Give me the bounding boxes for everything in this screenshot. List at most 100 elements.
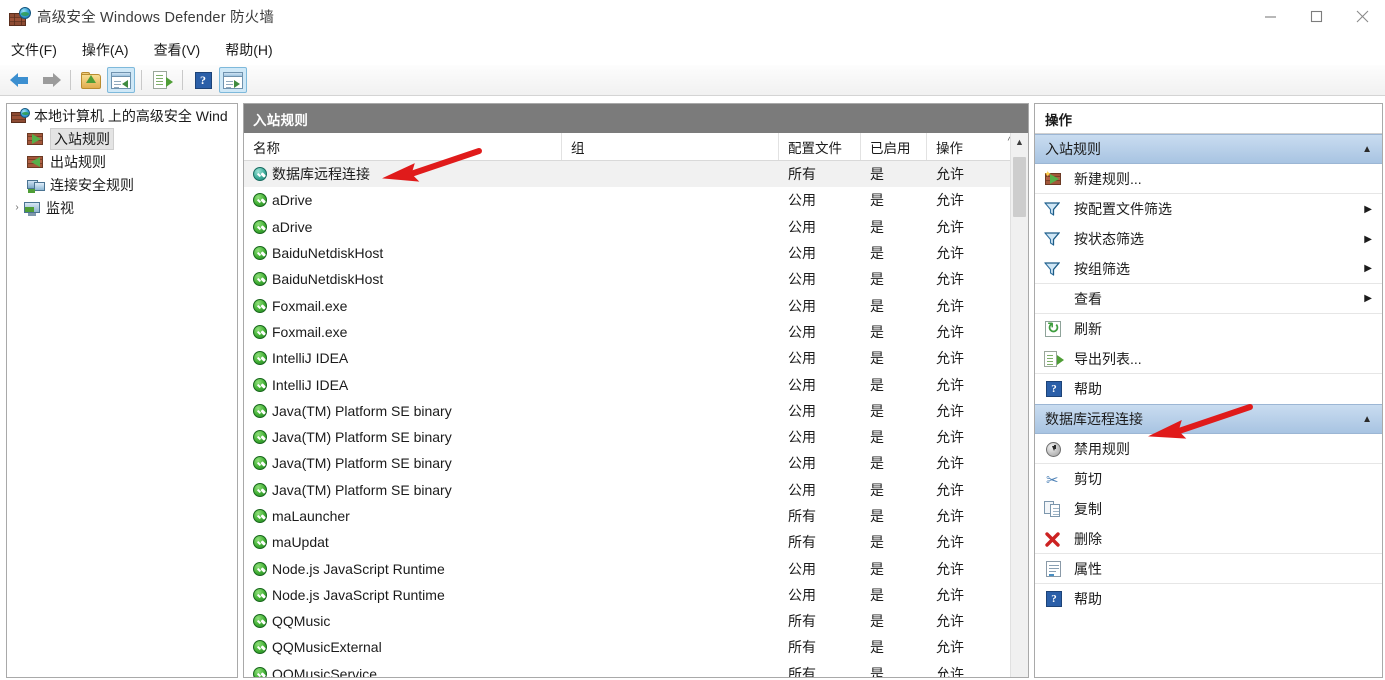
maximize-button[interactable]	[1293, 0, 1339, 33]
firewall-globe-icon	[9, 6, 31, 27]
table-row[interactable]: aDrive 公用 是 允许	[244, 214, 1010, 240]
help-question-icon: ?	[194, 71, 212, 89]
actions-group-inbound-rules[interactable]: 入站规则 ▲	[1035, 134, 1382, 164]
rule-allow-shield-icon	[253, 351, 267, 366]
chevron-up-icon[interactable]: ▲	[1362, 414, 1372, 425]
action-item[interactable]: 按配置文件筛选 ▶	[1035, 194, 1382, 224]
outbound-rule-icon	[27, 154, 45, 170]
up-one-level-button[interactable]	[77, 67, 105, 93]
action-item[interactable]: ✦ 新建规则...	[1035, 164, 1382, 194]
back-button[interactable]	[6, 67, 34, 93]
action-item[interactable]: 复制	[1035, 494, 1382, 524]
menu-action[interactable]: 操作(A)	[82, 38, 138, 62]
list-vertical-scrollbar[interactable]: ▲	[1010, 133, 1028, 677]
submenu-arrow-icon[interactable]: ▶	[1364, 234, 1372, 245]
table-row[interactable]: 数据库远程连接 所有 是 允许	[244, 161, 1010, 188]
tree-item-monitoring[interactable]: › 监视	[7, 196, 237, 219]
table-row[interactable]: Java(TM) Platform SE binary 公用 是 允许	[244, 424, 1010, 450]
cell-enabled: 是	[870, 218, 884, 235]
action-item[interactable]: 禁用规则	[1035, 434, 1382, 464]
rule-name-label: Foxmail.exe	[272, 297, 348, 314]
rule-allow-shield-icon	[253, 430, 267, 445]
chevron-right-icon[interactable]: ›	[11, 202, 23, 213]
table-row[interactable]: BaiduNetdiskHost 公用 是 允许	[244, 266, 1010, 292]
rule-allow-shield-icon	[253, 614, 267, 629]
show-hide-action-pane-button[interactable]	[219, 67, 247, 93]
cell-name: QQMusic	[244, 613, 562, 629]
column-header-name[interactable]: 名称	[244, 133, 562, 160]
tree-item-root[interactable]: 本地计算机 上的高级安全 Wind	[7, 104, 237, 127]
table-row[interactable]: Java(TM) Platform SE binary 公用 是 允许	[244, 477, 1010, 503]
toolbar-separator	[182, 70, 183, 90]
rule-allow-shield-icon	[253, 219, 267, 234]
firewall-root-icon	[11, 107, 30, 124]
column-header-group[interactable]: 组	[562, 133, 779, 160]
cell-profile: 公用	[788, 560, 816, 577]
cell-action: 允许	[936, 218, 964, 235]
tree-item-label: 入站规则	[50, 127, 114, 150]
action-item[interactable]: 导出列表...	[1035, 344, 1382, 374]
table-row[interactable]: BaiduNetdiskHost 公用 是 允许	[244, 240, 1010, 266]
rule-allow-shield-icon	[253, 666, 267, 677]
tree-item-connection-security-rules[interactable]: 连接安全规则	[7, 173, 237, 196]
show-hide-tree-button[interactable]	[107, 67, 135, 93]
chevron-up-icon[interactable]: ▲	[1362, 144, 1372, 155]
action-item[interactable]: 删除	[1035, 524, 1382, 554]
table-row[interactable]: Java(TM) Platform SE binary 公用 是 允许	[244, 398, 1010, 424]
table-row[interactable]: Foxmail.exe 公用 是 允许	[244, 292, 1010, 318]
submenu-arrow-icon[interactable]: ▶	[1364, 293, 1372, 304]
action-item-label: 帮助	[1074, 381, 1102, 397]
table-row[interactable]: maUpdat 所有 是 允许	[244, 529, 1010, 555]
help-button[interactable]: ?	[189, 67, 217, 93]
action-item[interactable]: 按组筛选 ▶	[1035, 254, 1382, 284]
column-header-action[interactable]: 操作	[927, 133, 992, 160]
menu-view[interactable]: 查看(V)	[154, 38, 210, 62]
cell-name: BaiduNetdiskHost	[244, 271, 562, 287]
menu-help[interactable]: 帮助(H)	[225, 38, 281, 62]
cell-profile: 公用	[788, 245, 816, 262]
table-row[interactable]: Node.js JavaScript Runtime 公用 是 允许	[244, 555, 1010, 581]
submenu-arrow-icon[interactable]: ▶	[1364, 263, 1372, 274]
cell-name: aDrive	[244, 219, 562, 235]
close-button[interactable]	[1339, 0, 1385, 33]
action-item[interactable]: 刷新	[1035, 314, 1382, 344]
table-row[interactable]: Java(TM) Platform SE binary 公用 是 允许	[244, 450, 1010, 476]
scroll-up-arrow-icon[interactable]: ▲	[1011, 133, 1028, 151]
rule-allow-shield-icon	[253, 377, 267, 392]
forward-button[interactable]	[36, 67, 64, 93]
rule-name-label: aDrive	[272, 192, 313, 209]
action-item[interactable]: 属性	[1035, 554, 1382, 584]
submenu-arrow-icon[interactable]: ▶	[1364, 204, 1372, 215]
action-item[interactable]: ? 帮助	[1035, 584, 1382, 614]
action-item[interactable]: 查看 ▶	[1035, 284, 1382, 314]
export-list-icon	[152, 71, 173, 89]
action-item[interactable]: ✂ 剪切	[1035, 464, 1382, 494]
export-list-button[interactable]	[148, 67, 176, 93]
table-row[interactable]: QQMusicService 所有 是 允许	[244, 661, 1010, 677]
menu-file[interactable]: 文件(F)	[11, 38, 66, 62]
rule-allow-shield-icon	[253, 193, 267, 208]
column-header-enabled[interactable]: 已启用	[861, 133, 927, 160]
column-header-profile[interactable]: 配置文件	[779, 133, 861, 160]
action-item-label: 按组筛选	[1074, 260, 1130, 277]
tree-item-inbound-rules[interactable]: 入站规则	[7, 127, 237, 150]
table-row[interactable]: IntelliJ IDEA 公用 是 允许	[244, 371, 1010, 397]
scrollbar-thumb[interactable]	[1013, 157, 1026, 217]
table-row[interactable]: QQMusic 所有 是 允许	[244, 608, 1010, 634]
table-row[interactable]: IntelliJ IDEA 公用 是 允许	[244, 345, 1010, 371]
minimize-button[interactable]	[1247, 0, 1293, 33]
table-row[interactable]: Node.js JavaScript Runtime 公用 是 允许	[244, 582, 1010, 608]
action-item[interactable]: ? 帮助	[1035, 374, 1382, 404]
table-row[interactable]: aDrive 公用 是 允许	[244, 187, 1010, 213]
firewall-window: 高级安全 Windows Defender 防火墙 文件(F) 操作(A) 查看…	[0, 0, 1385, 680]
rules-rows: 数据库远程连接 所有是允许 aDrive 公用是允许 aDrive 公用是允许 BaiduN…	[244, 161, 1010, 677]
connection-security-icon	[27, 177, 45, 193]
table-row[interactable]: Foxmail.exe 公用 是 允许	[244, 319, 1010, 345]
table-row[interactable]: maLauncher 所有 是 允许	[244, 503, 1010, 529]
tree-item-outbound-rules[interactable]: 出站规则	[7, 150, 237, 173]
table-row[interactable]: QQMusicExternal 所有 是 允许	[244, 634, 1010, 660]
cell-action: 允许	[936, 508, 964, 524]
action-item[interactable]: 按状态筛选 ▶	[1035, 224, 1382, 254]
action-item-label: 刷新	[1074, 321, 1102, 337]
actions-group-selected-rule[interactable]: 数据库远程连接 ▲	[1035, 404, 1382, 434]
